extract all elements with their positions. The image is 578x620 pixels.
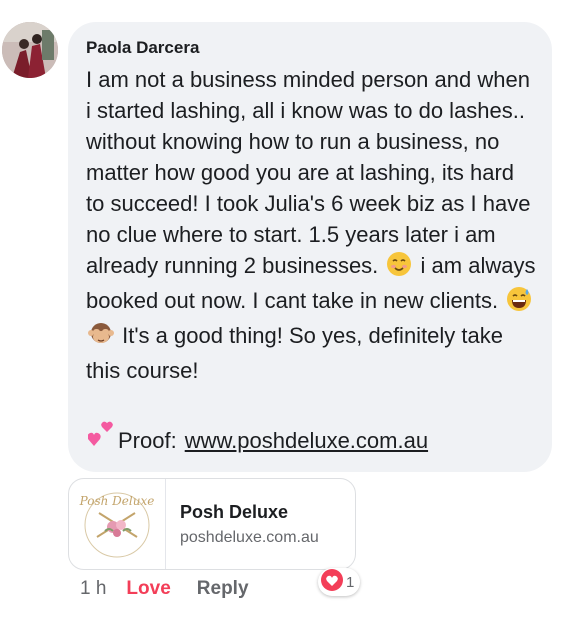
- love-reaction-link[interactable]: Love: [126, 578, 170, 600]
- comment-text-part-3: It's a good thing! So yes, definitely ta…: [86, 323, 503, 383]
- proof-line: Proof: www.poshdeluxe.com.au: [86, 420, 536, 456]
- link-preview-card[interactable]: Posh Deluxe Posh Deluxe poshdeluxe.com.a…: [68, 478, 356, 570]
- reaction-summary[interactable]: 1: [318, 568, 361, 596]
- link-preview-text: Posh Deluxe poshdeluxe.com.au: [166, 502, 319, 547]
- comment-body: I am not a business minded person and wh…: [86, 64, 536, 386]
- smiling-face-icon: [386, 251, 412, 285]
- comment-timestamp[interactable]: 1 h: [80, 578, 106, 600]
- reply-link[interactable]: Reply: [197, 578, 249, 600]
- proof-label: Proof:: [118, 428, 177, 453]
- comment-author[interactable]: Paola Darcera: [86, 38, 536, 58]
- reaction-count: 1: [346, 573, 355, 591]
- link-preview-domain: poshdeluxe.com.au: [180, 528, 319, 546]
- grinning-sweat-icon: [506, 286, 532, 320]
- comment-bubble: Paola Darcera I am not a business minded…: [68, 22, 552, 472]
- link-preview-title: Posh Deluxe: [180, 501, 289, 522]
- link-preview-logo: Posh Deluxe: [69, 479, 166, 569]
- avatar[interactable]: [2, 22, 58, 78]
- avatar-photo: [2, 22, 58, 78]
- logo-text: Posh Deluxe: [79, 494, 155, 508]
- heart-reaction-icon: [320, 568, 344, 596]
- proof-link[interactable]: www.poshdeluxe.com.au: [185, 425, 428, 456]
- comment-text-part-1: I am not a business minded person and wh…: [86, 67, 531, 278]
- see-no-evil-monkey-icon: [88, 321, 114, 355]
- comment-actions: 1 h Love Reply: [80, 578, 249, 600]
- two-hearts-icon: [87, 420, 116, 456]
